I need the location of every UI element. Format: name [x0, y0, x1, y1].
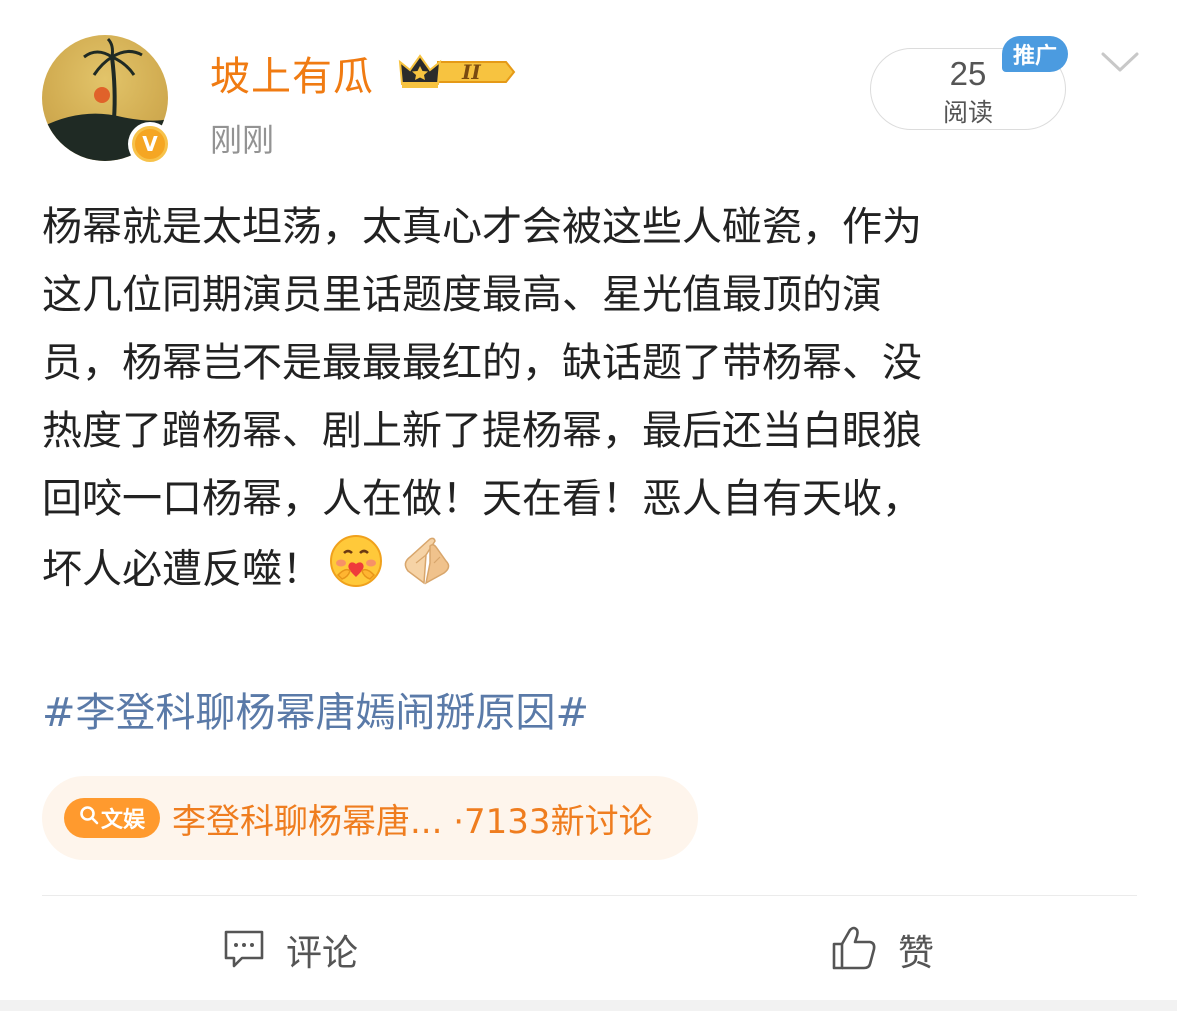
- content-line-last: 坏人必遭反噬！: [42, 533, 1137, 610]
- content-line: 回咬一口杨幂，人在做！天在看！恶人自有天收，: [42, 476, 922, 522]
- content-line: 热度了蹭杨幂、剧上新了提杨幂，最后还当白眼狼: [42, 408, 922, 454]
- promo-tag[interactable]: 推广: [1002, 36, 1068, 72]
- verified-badge: V: [128, 122, 172, 166]
- praying-hands-icon: [396, 533, 456, 610]
- post-content: 杨幂就是太坦荡，太真心才会被这些人碰瓷，作为 这几位同期演员里话题度最高、星光值…: [42, 193, 1137, 610]
- content-line: 这几位同期演员里话题度最高、星光值最顶的演: [42, 272, 882, 318]
- verified-icon: V: [132, 126, 168, 162]
- content-line: 员，杨幂岂不是最最最红的，缺话题了带杨幂、没: [42, 340, 922, 386]
- thumbs-up-icon: [830, 924, 878, 976]
- chevron-down-icon[interactable]: [1100, 48, 1140, 80]
- reads-label: 阅读: [942, 98, 993, 127]
- search-icon: [79, 805, 99, 831]
- topic-tag-label: 文娱: [100, 808, 145, 833]
- like-button[interactable]: 赞: [830, 922, 934, 978]
- topic-text: 李登科聊杨幂唐... ·7133新讨论: [172, 802, 653, 842]
- like-label: 赞: [898, 933, 935, 974]
- bottom-separator: [0, 1000, 1177, 1011]
- topic-tag: 文娱: [64, 798, 160, 838]
- comment-icon: [222, 926, 266, 974]
- divider: [42, 895, 1137, 896]
- hug-emoji-icon: [328, 533, 384, 610]
- content-line: 杨幂就是太坦荡，太真心才会被这些人碰瓷，作为: [42, 204, 922, 250]
- username[interactable]: 坡上有瓜: [210, 44, 374, 102]
- hashtag-link[interactable]: #李登科聊杨幂唐嫣闹掰原因#: [42, 680, 589, 738]
- post-timestamp: 刚刚: [210, 121, 275, 159]
- comment-label: 评论: [286, 933, 359, 974]
- comment-button[interactable]: 评论: [222, 922, 358, 978]
- content-line: 坏人必遭反噬！: [42, 546, 322, 593]
- level-text: II: [461, 60, 481, 84]
- topic-card[interactable]: 文娱 李登科聊杨幂唐... ·7133新讨论: [42, 776, 698, 860]
- crown-level-icon[interactable]: II: [398, 50, 516, 98]
